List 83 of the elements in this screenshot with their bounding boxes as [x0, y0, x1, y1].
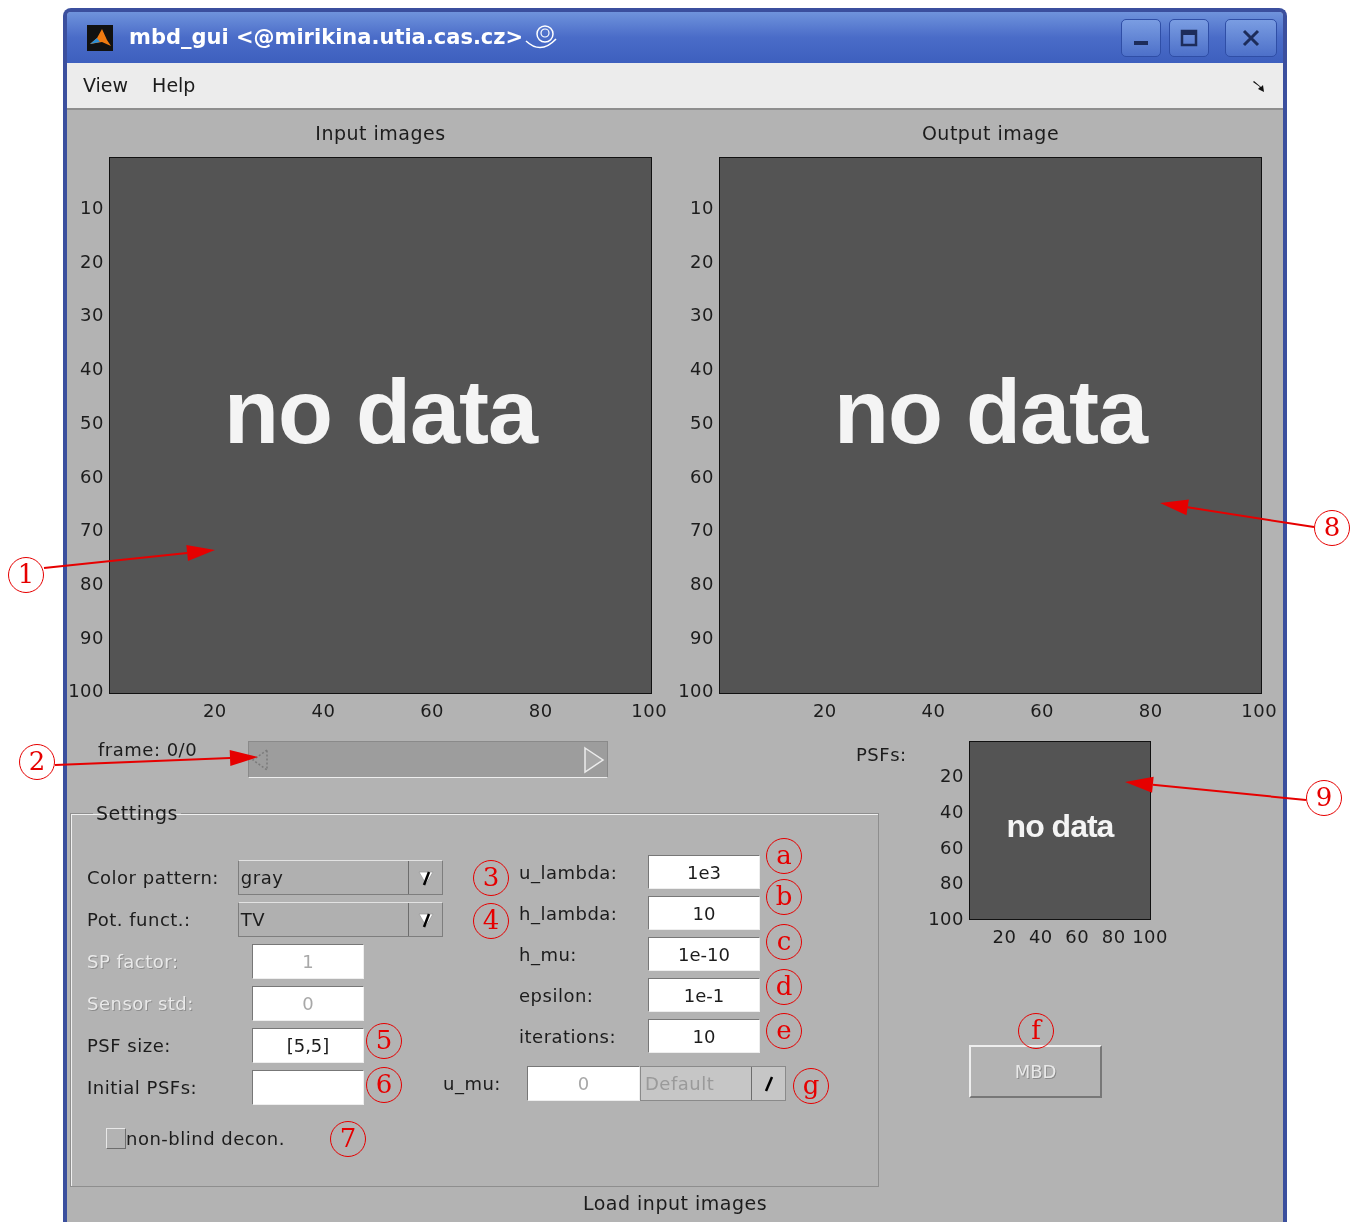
- plot-title: Input images: [315, 121, 446, 147]
- tick-label: 100: [68, 682, 104, 701]
- tick-label: 90: [80, 628, 104, 647]
- input-field[interactable]: 10: [648, 1019, 760, 1053]
- tick-label: 40: [940, 802, 964, 821]
- app-logo-icon: [87, 24, 113, 51]
- field-label: Pot. funct.:: [87, 908, 192, 932]
- tick-label: 80: [1101, 928, 1126, 946]
- tick-label: 60: [940, 838, 964, 857]
- minimize-icon: [1134, 41, 1148, 45]
- close-icon: [1241, 28, 1261, 48]
- checkbox-label: non-blind decon.: [126, 1127, 285, 1151]
- input-field[interactable]: 1e3: [648, 855, 760, 889]
- minimize-button[interactable]: [1121, 18, 1161, 57]
- status-text: Load input images: [582, 1192, 768, 1214]
- maximize-icon: [1180, 29, 1198, 47]
- tick-label: 70: [690, 521, 714, 540]
- tick-label: 20: [202, 702, 227, 720]
- no-data-text: no data: [834, 360, 1147, 464]
- tick-label: 20: [812, 702, 837, 720]
- input-field[interactable]: 10: [648, 896, 760, 930]
- tick-label: 60: [1065, 928, 1090, 946]
- tick-label: 40: [311, 702, 336, 720]
- tick-label: 70: [80, 521, 104, 540]
- tick-label: 20: [992, 928, 1017, 946]
- frame-label: frame: 0/0: [98, 738, 198, 762]
- field-label: u_mu:: [443, 1072, 502, 1097]
- tick-label: 100: [1241, 702, 1278, 720]
- tick-label: 40: [80, 360, 104, 379]
- psfs-label: PSFs:: [856, 743, 908, 767]
- tick-label: 80: [690, 574, 714, 593]
- menu-item[interactable]: Help: [152, 71, 196, 100]
- no-data-text: no data: [224, 360, 537, 464]
- tick-label: 60: [420, 702, 445, 720]
- arrow-icon: [1251, 79, 1267, 94]
- no-data-text: no data: [1006, 807, 1114, 847]
- tick-label: 50: [690, 413, 714, 432]
- tick-label: 10: [80, 199, 104, 217]
- field-label: iterations:: [519, 1024, 617, 1049]
- tick-label: 30: [80, 306, 104, 325]
- tick-label: 100: [928, 910, 964, 929]
- field-label: u_lambda:: [519, 860, 619, 886]
- menu-item[interactable]: View: [83, 71, 129, 100]
- tick-label: 100: [1132, 928, 1168, 946]
- settings-title: Settings: [95, 801, 179, 826]
- tick-label: 50: [80, 413, 104, 432]
- field-label: Initial PSFs:: [87, 1076, 199, 1100]
- input-field[interactable]: [5,5]: [252, 1028, 364, 1063]
- tick-label: 80: [80, 574, 104, 593]
- tick-label: 10: [690, 199, 714, 217]
- tick-label: 80: [1138, 702, 1163, 720]
- tick-label: 80: [528, 702, 553, 720]
- tick-label: 80: [940, 874, 964, 893]
- input-field[interactable]: [252, 1070, 364, 1105]
- tick-label: 40: [1028, 928, 1053, 946]
- maximize-button[interactable]: [1169, 18, 1209, 57]
- tick-label: 30: [690, 306, 714, 325]
- tick-label: 90: [690, 628, 714, 647]
- tick-label: 20: [80, 252, 104, 271]
- input-field[interactable]: 1e-10: [648, 937, 760, 971]
- close-button[interactable]: [1225, 18, 1277, 57]
- dropdown[interactable]: TV: [237, 902, 443, 937]
- window-title: mbd_gui <@mirikina.utia.cas.cz>: [129, 23, 524, 51]
- field-label: PSF size:: [87, 1034, 172, 1058]
- field-label: h_lambda:: [519, 901, 619, 927]
- field-label: epsilon:: [519, 983, 595, 1008]
- tick-label: 20: [940, 766, 964, 785]
- field-label: Color pattern:: [87, 866, 220, 890]
- plot-title: Output image: [921, 121, 1060, 147]
- tick-label: 20: [690, 252, 714, 271]
- field-label: h_mu:: [519, 942, 578, 968]
- tick-label: 40: [921, 702, 946, 720]
- checkbox[interactable]: [106, 1128, 126, 1149]
- tick-label: 100: [678, 682, 714, 701]
- dropdown[interactable]: gray: [237, 860, 443, 895]
- tick-label: 60: [1030, 702, 1055, 720]
- right-arrow-icon: [583, 745, 605, 774]
- tick-label: 60: [80, 467, 104, 486]
- input-field[interactable]: 1e-1: [648, 978, 760, 1012]
- tick-label: 60: [690, 467, 714, 486]
- tick-label: 40: [690, 360, 714, 379]
- tick-label: 100: [631, 702, 668, 720]
- left-arrow-icon: [251, 747, 269, 772]
